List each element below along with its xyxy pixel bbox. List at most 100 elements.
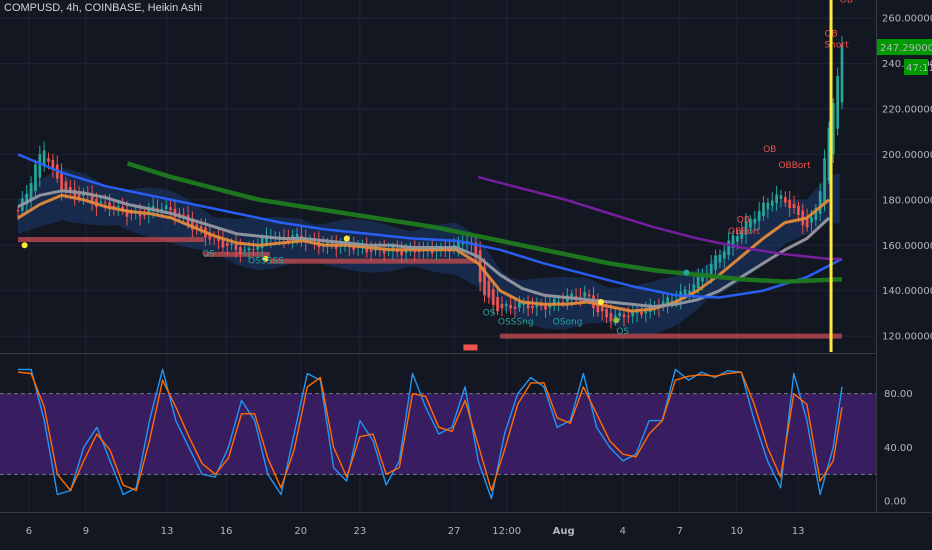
support-line xyxy=(500,333,842,339)
candle-body xyxy=(169,207,172,211)
time-tick-label: 7 xyxy=(677,526,683,537)
time-tick-label: 16 xyxy=(220,526,233,537)
candle-body xyxy=(243,249,247,251)
candle-body xyxy=(609,313,613,322)
candle-body xyxy=(225,243,229,247)
candle-body xyxy=(775,194,778,204)
countdown-value: 47:11 xyxy=(906,63,932,74)
candle-body xyxy=(496,297,499,312)
signal-label: OB xyxy=(737,216,750,226)
price-tick-label: 140.00000000 xyxy=(882,286,932,297)
candle-body xyxy=(753,218,757,224)
candle-body xyxy=(461,243,465,245)
candle-body xyxy=(252,249,255,251)
candle-body xyxy=(770,200,774,206)
candle-body xyxy=(60,171,63,192)
candle-body xyxy=(513,306,517,309)
support-line xyxy=(18,237,205,243)
signal-label: OS xyxy=(202,250,215,260)
candle-body xyxy=(792,203,796,208)
candle-body xyxy=(797,205,800,215)
candle-body xyxy=(718,254,722,263)
candle-body xyxy=(29,182,33,200)
time-tick-label: 20 xyxy=(294,526,307,537)
price-tick-label: 220.00000000 xyxy=(882,105,932,116)
candle-body xyxy=(518,302,521,308)
candle-body xyxy=(762,202,765,216)
candle-body xyxy=(487,280,491,298)
signal-label: OB xyxy=(840,0,853,5)
candle-body xyxy=(531,306,534,309)
candle-body xyxy=(38,154,42,178)
support-line xyxy=(270,258,479,264)
candle-body xyxy=(727,240,730,256)
signal-dot xyxy=(343,235,350,242)
last-price-value: 247.29000000 xyxy=(880,43,932,54)
candle-body xyxy=(504,304,508,306)
candle-body xyxy=(613,315,617,318)
chart-canvas[interactable]: OSOSSSSSOSOSSSngOSongOSOBOBBortOBOBBortO… xyxy=(0,0,932,550)
oscillator-tick-label: 0.00 xyxy=(884,497,906,508)
candle-body xyxy=(823,158,826,203)
price-tick-label: 260.00000000 xyxy=(882,14,932,25)
price-tick-label: 200.00000000 xyxy=(882,150,932,161)
time-tick-label: 27 xyxy=(448,526,461,537)
signal-label: OB xyxy=(763,145,776,155)
candle-body xyxy=(544,305,547,310)
price-tick-label: 160.00000000 xyxy=(882,241,932,252)
candle-body xyxy=(34,164,37,192)
time-tick-label: 9 xyxy=(83,526,89,537)
candle-body xyxy=(779,195,783,199)
candle-body xyxy=(627,315,630,317)
signal-label: OBBort xyxy=(778,161,811,171)
candle-body xyxy=(247,248,251,251)
candle-body xyxy=(160,208,164,210)
candle-body xyxy=(640,311,643,315)
breakdown-marker xyxy=(463,344,478,351)
stochastic-band xyxy=(0,393,876,475)
candle-body xyxy=(238,247,242,254)
candle-body xyxy=(836,76,839,129)
candle-body xyxy=(47,158,50,162)
time-tick-label: 10 xyxy=(730,526,743,537)
oscillator-tick-label: 40.00 xyxy=(884,443,913,454)
signal-label: OSSSng xyxy=(498,318,534,328)
candle-body xyxy=(618,312,622,317)
candle-body xyxy=(810,217,813,223)
candle-body xyxy=(622,314,626,318)
chart-title: COMPUSD, 4h, COINBASE, Heikin Ashi xyxy=(4,2,203,14)
candle-body xyxy=(818,191,822,214)
candle-body xyxy=(583,292,587,298)
candle-body xyxy=(256,246,260,250)
candle-body xyxy=(722,251,726,259)
candle-body xyxy=(143,214,146,216)
candle-body xyxy=(714,255,717,270)
time-tick-label: 13 xyxy=(792,526,805,537)
time-tick-label: 6 xyxy=(26,526,32,537)
candle-body xyxy=(116,206,120,208)
signal-dot xyxy=(613,317,620,324)
candle-body xyxy=(766,202,770,210)
signal-dot xyxy=(597,299,604,306)
candle-body xyxy=(557,301,560,303)
candle-body xyxy=(369,249,373,252)
price-tick-label: 180.00000000 xyxy=(882,195,932,206)
candle-body xyxy=(561,301,565,303)
candle-body xyxy=(103,202,107,204)
candle-body xyxy=(736,236,739,242)
candle-body xyxy=(234,244,238,250)
candle-body xyxy=(757,210,761,222)
candle-body xyxy=(99,201,103,203)
signal-label: OBBort xyxy=(728,227,761,237)
signal-label: OSong xyxy=(553,318,583,328)
candle-body xyxy=(500,304,504,308)
candle-body xyxy=(491,289,495,306)
price-tick-label: 120.00000000 xyxy=(882,332,932,343)
candle-body xyxy=(605,309,608,318)
signal-label: OS xyxy=(483,309,496,319)
candle-body xyxy=(526,303,530,309)
time-tick-label: 4 xyxy=(620,526,626,537)
signal-label: OSSSSS xyxy=(248,256,284,266)
candle-body xyxy=(688,290,691,293)
candle-body xyxy=(600,307,604,312)
